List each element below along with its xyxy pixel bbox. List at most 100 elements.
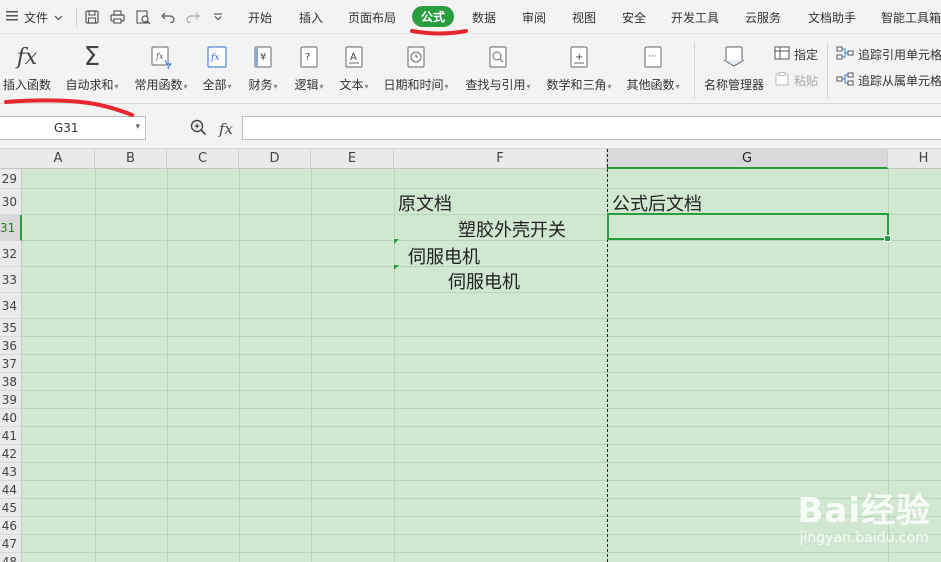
insert-function-button[interactable]: fx 插入函数 <box>2 42 52 93</box>
common-functions-icon: fx <box>132 42 190 72</box>
row-header[interactable]: 43 <box>0 463 22 481</box>
spreadsheet-grid[interactable]: A B C D E F G H 29 30 31 32 33 34 35 36 37 38 39 40… <box>0 149 941 562</box>
number-as-text-marker <box>394 265 399 270</box>
tab-data[interactable]: 数据 <box>472 9 496 26</box>
column-headers: A B C D E F G H <box>0 149 941 169</box>
autosum-label: 自动求和 <box>65 78 114 92</box>
selected-cell-g31[interactable] <box>607 213 891 242</box>
tab-review[interactable]: 审阅 <box>522 9 546 26</box>
specify-button[interactable]: 指定 <box>774 46 818 63</box>
row-header[interactable]: 37 <box>0 355 22 373</box>
tab-smart-toolbox[interactable]: 智能工具箱 <box>881 9 941 26</box>
svg-text:¥: ¥ <box>260 52 266 63</box>
tab-cloud[interactable]: 云服务 <box>745 9 781 26</box>
row-header[interactable]: 33 <box>0 267 22 293</box>
paste-button[interactable]: 粘贴 <box>774 72 818 89</box>
trace-precedents-button[interactable]: 追踪引用单元格 <box>836 46 941 63</box>
finance-button[interactable]: ¥ 财务▾ <box>244 42 282 93</box>
text-button[interactable]: A 文本▾ <box>335 42 373 93</box>
other-functions-button[interactable]: ··· 其他函数▾ <box>623 42 683 93</box>
tab-developer[interactable]: 开发工具 <box>671 9 719 26</box>
row-header[interactable]: 44 <box>0 481 22 499</box>
common-functions-button[interactable]: fx 常用函数▾ <box>132 42 190 93</box>
logic-icon: ? <box>290 42 328 72</box>
column-header-g[interactable]: G <box>607 149 888 169</box>
cell-f32[interactable]: 伺服电机 <box>408 243 480 269</box>
print-preview-icon[interactable] <box>135 9 151 25</box>
chevron-down-icon[interactable]: ▾ <box>135 122 140 132</box>
column-gridline <box>311 169 312 562</box>
lookup-button[interactable]: 查找与引用▾ <box>461 42 535 93</box>
watermark-brand: Bai经验 <box>797 491 931 531</box>
row-header[interactable]: 30 <box>0 189 22 215</box>
trace-dependents-icon <box>836 72 854 89</box>
paste-icon <box>774 72 790 89</box>
save-icon[interactable] <box>84 9 100 25</box>
column-gridline <box>95 169 96 562</box>
column-header-c[interactable]: C <box>167 149 239 169</box>
row-header[interactable]: 46 <box>0 517 22 535</box>
autosum-button[interactable]: Σ 自动求和▾ <box>62 42 122 93</box>
name-manager-icon <box>702 42 766 72</box>
tab-security[interactable]: 安全 <box>622 9 646 26</box>
paste-label: 粘贴 <box>794 74 819 88</box>
undo-icon[interactable] <box>160 9 176 25</box>
row-header[interactable]: 39 <box>0 391 22 409</box>
all-functions-button[interactable]: fx 全部▾ <box>199 42 235 93</box>
tab-page-layout[interactable]: 页面布局 <box>348 9 396 26</box>
ribbon: fx 插入函数 Σ 自动求和▾ fx 常用函数▾ fx 全部▾ ¥ 财务▾ ? … <box>0 35 941 104</box>
zoom-search-icon[interactable] <box>190 119 207 139</box>
column-header-h[interactable]: H <box>888 149 941 169</box>
row-header[interactable]: 38 <box>0 373 22 391</box>
tab-formulas[interactable]: 公式 <box>412 6 455 27</box>
trace-precedents-label: 追踪引用单元格 <box>858 48 941 62</box>
other-functions-icon: ··· <box>623 42 683 72</box>
column-header-d[interactable]: D <box>239 149 311 169</box>
trace-dependents-button[interactable]: 追踪从属单元格 <box>836 72 941 89</box>
name-box[interactable]: G31 ▾ <box>0 116 146 140</box>
cell-f33[interactable]: 伺服电机 <box>448 268 520 294</box>
row-header[interactable]: 32 <box>0 241 22 267</box>
cell-f31[interactable]: 塑胶外壳开关 <box>458 216 566 242</box>
name-manager-button[interactable]: 名称管理器 <box>702 42 766 93</box>
column-header-f[interactable]: F <box>394 149 607 169</box>
column-header-b[interactable]: B <box>95 149 167 169</box>
chevron-down-icon: ▾ <box>319 82 324 91</box>
fx-icon[interactable]: fx <box>219 120 233 138</box>
row-header[interactable]: 45 <box>0 499 22 517</box>
sigma-icon: Σ <box>83 42 101 72</box>
row-header[interactable]: 34 <box>0 293 22 319</box>
datetime-button[interactable]: 日期和时间▾ <box>380 42 452 93</box>
customize-dropdown-icon[interactable] <box>210 9 226 25</box>
row-header[interactable]: 47 <box>0 535 22 553</box>
formula-input[interactable] <box>242 116 941 140</box>
chevron-down-icon: ▾ <box>273 82 278 91</box>
lookup-label: 查找与引用 <box>465 78 526 92</box>
file-menu[interactable]: 文件 <box>6 8 63 26</box>
row-header[interactable]: 31 <box>0 215 22 241</box>
text-icon: A <box>335 42 373 72</box>
row-header[interactable]: 35 <box>0 319 22 337</box>
row-header[interactable]: 42 <box>0 445 22 463</box>
redo-icon[interactable] <box>185 9 201 25</box>
cell-f30[interactable]: 原文档 <box>398 190 452 216</box>
row-header[interactable]: 36 <box>0 337 22 355</box>
tab-start[interactable]: 开始 <box>248 9 272 26</box>
column-header-e[interactable]: E <box>311 149 394 169</box>
row-header[interactable]: 41 <box>0 427 22 445</box>
row-header[interactable]: 29 <box>0 169 22 189</box>
column-header-a[interactable]: A <box>22 149 95 169</box>
other-functions-label: 其他函数 <box>626 78 675 92</box>
row-header[interactable]: 40 <box>0 409 22 427</box>
row-gridline <box>22 372 941 373</box>
name-manager-label: 名称管理器 <box>703 78 764 92</box>
tab-insert[interactable]: 插入 <box>299 9 323 26</box>
tab-view[interactable]: 视图 <box>572 9 596 26</box>
row-header[interactable]: 48 <box>0 553 22 562</box>
ribbon-separator <box>694 43 695 99</box>
logic-button[interactable]: ? 逻辑▾ <box>290 42 328 93</box>
print-icon[interactable] <box>109 9 125 25</box>
tab-doc-assistant[interactable]: 文档助手 <box>808 9 856 26</box>
math-button[interactable]: + 数学和三角▾ <box>542 42 616 93</box>
baidu-jingyan-watermark: Bai经验 jingyan.baidu.com <box>797 483 931 546</box>
